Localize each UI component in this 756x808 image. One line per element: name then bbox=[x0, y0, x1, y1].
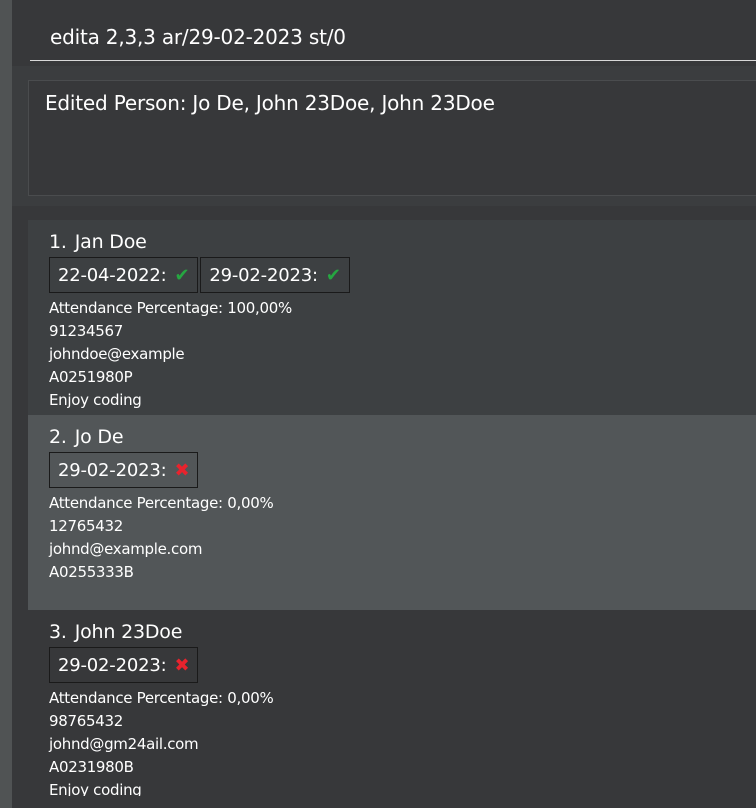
attendance-tag: 29-02-2023: ✔ bbox=[200, 257, 350, 293]
attendance-row: 22-04-2022: ✔ 29-02-2023: ✔ bbox=[49, 257, 735, 293]
check-icon: ✔ bbox=[174, 264, 190, 286]
attendance-date: 29-02-2023: bbox=[58, 459, 167, 481]
person-student-id: A0251980P bbox=[49, 368, 133, 386]
result-text: Edited Person: Jo De, John 23Doe, John 2… bbox=[45, 91, 495, 115]
attendance-date: 22-04-2022: bbox=[58, 264, 167, 286]
attendance-tag: 29-02-2023: ✖ bbox=[49, 452, 199, 488]
command-box: edita 2,3,3 ar/29-02-2023 st/0 bbox=[12, 0, 756, 66]
person-phone: 91234567 bbox=[49, 322, 123, 340]
attendance-date: 29-02-2023: bbox=[58, 654, 167, 676]
person-name: Jo De bbox=[74, 426, 124, 448]
attendance-percentage: Attendance Percentage: 0,00% bbox=[49, 494, 274, 512]
attendance-percentage: Attendance Percentage: 0,00% bbox=[49, 689, 274, 707]
person-phone: 12765432 bbox=[49, 517, 123, 535]
attendance-date: 29-02-2023: bbox=[209, 264, 318, 286]
person-email: johndoe@example bbox=[49, 345, 185, 363]
background-window-strip bbox=[0, 0, 12, 808]
cross-icon: ✖ bbox=[174, 654, 190, 676]
command-input[interactable]: edita 2,3,3 ar/29-02-2023 st/0 bbox=[30, 14, 756, 61]
person-remark: Enjoy coding bbox=[49, 391, 142, 409]
person-name: John 23Doe bbox=[74, 621, 183, 643]
person-title: 1. Jan Doe bbox=[49, 230, 735, 254]
person-phone: 98765432 bbox=[49, 712, 123, 730]
person-index: 1. bbox=[49, 231, 67, 253]
person-card[interactable]: 3. John 23Doe 29-02-2023: ✖ Attendance Pe… bbox=[28, 610, 756, 796]
person-list[interactable]: 1. Jan Doe 22-04-2022: ✔ 29-02-2023: ✔ At… bbox=[28, 220, 756, 796]
person-remark: Enjoy coding bbox=[49, 781, 142, 796]
person-email: johnd@example.com bbox=[49, 540, 203, 558]
attendance-percentage: Attendance Percentage: 100,00% bbox=[49, 299, 292, 317]
attendance-tag: 29-02-2023: ✖ bbox=[49, 647, 199, 683]
person-title: 3. John 23Doe bbox=[49, 620, 735, 644]
attendance-row: 29-02-2023: ✖ bbox=[49, 647, 735, 683]
person-card[interactable]: 1. Jan Doe 22-04-2022: ✔ 29-02-2023: ✔ At… bbox=[28, 220, 756, 415]
person-list-panel: 1. Jan Doe 22-04-2022: ✔ 29-02-2023: ✔ At… bbox=[12, 206, 756, 808]
attendance-row: 29-02-2023: ✖ bbox=[49, 452, 735, 488]
person-index: 3. bbox=[49, 621, 67, 643]
person-index: 2. bbox=[49, 426, 67, 448]
person-student-id: A0255333B bbox=[49, 563, 134, 581]
attendance-tag: 22-04-2022: ✔ bbox=[49, 257, 199, 293]
person-email: johnd@gm24ail.com bbox=[49, 735, 199, 753]
person-card[interactable]: 2. Jo De 29-02-2023: ✖ Attendance Percent… bbox=[28, 415, 756, 610]
person-title: 2. Jo De bbox=[49, 425, 735, 449]
result-display: Edited Person: Jo De, John 23Doe, John 2… bbox=[28, 80, 756, 196]
person-student-id: A0231980B bbox=[49, 758, 134, 776]
person-name: Jan Doe bbox=[74, 231, 147, 253]
check-icon: ✔ bbox=[325, 264, 341, 286]
cross-icon: ✖ bbox=[174, 459, 190, 481]
